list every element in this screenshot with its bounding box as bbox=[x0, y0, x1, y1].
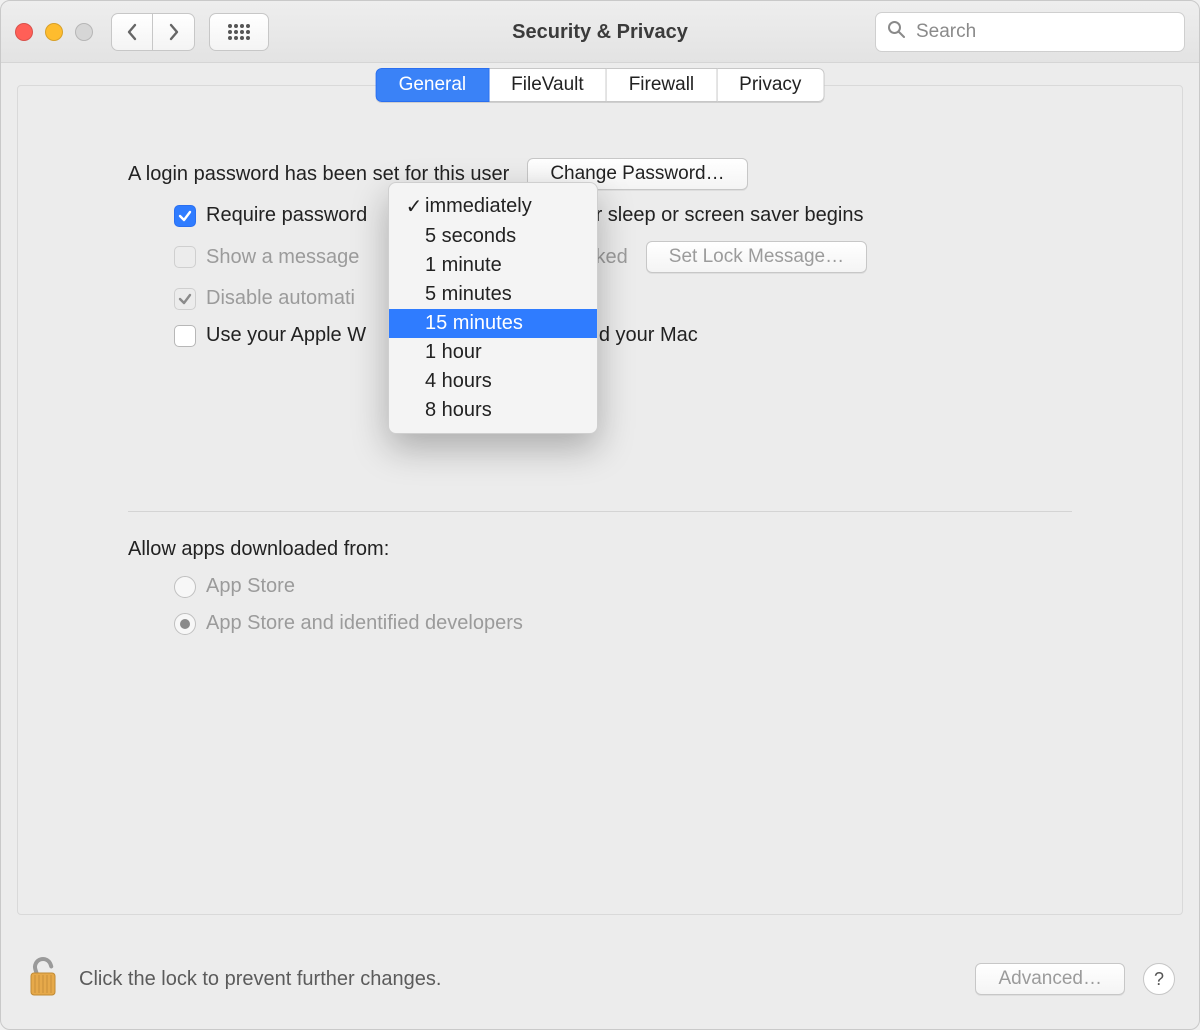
preferences-window: Security & Privacy General FileVault Fir… bbox=[0, 0, 1200, 1030]
tab-general[interactable]: General bbox=[376, 68, 490, 102]
zoom-window-button bbox=[75, 23, 93, 41]
tab-filevault[interactable]: FileVault bbox=[489, 68, 607, 102]
checkmark-icon bbox=[178, 209, 192, 223]
use-apple-watch-checkbox[interactable] bbox=[174, 325, 196, 347]
tab-firewall[interactable]: Firewall bbox=[607, 68, 717, 102]
set-lock-message-button: Set Lock Message… bbox=[646, 241, 867, 273]
dropdown-option[interactable]: 1 minute bbox=[389, 251, 597, 280]
content-panel: General FileVault Firewall Privacy A log… bbox=[17, 85, 1183, 915]
radio-app-store-label: App Store bbox=[206, 575, 295, 598]
use-apple-watch-label-pre: Use your Apple W bbox=[206, 324, 366, 347]
back-button[interactable] bbox=[111, 13, 153, 51]
search-input[interactable] bbox=[875, 12, 1185, 52]
require-password-label-pre: Require password bbox=[206, 204, 367, 227]
checkmark-icon bbox=[178, 292, 192, 306]
grid-icon bbox=[227, 23, 251, 41]
nav-buttons bbox=[111, 13, 195, 51]
show-lock-message-checkbox bbox=[174, 246, 196, 268]
chevron-right-icon bbox=[167, 23, 181, 41]
disable-automatic-login-label: Disable automati bbox=[206, 287, 355, 310]
close-window-button[interactable] bbox=[15, 23, 33, 41]
require-password-label-post: after sleep or screen saver begins bbox=[562, 204, 863, 227]
help-button[interactable]: ? bbox=[1143, 963, 1175, 995]
radio-app-store bbox=[174, 576, 196, 598]
footer: Click the lock to prevent further change… bbox=[1, 929, 1199, 1029]
search-icon bbox=[887, 20, 905, 44]
titlebar: Security & Privacy bbox=[1, 1, 1199, 63]
checkmark-icon: ✓ bbox=[403, 194, 425, 219]
disable-automatic-login-checkbox bbox=[174, 288, 196, 310]
show-all-button[interactable] bbox=[209, 13, 269, 51]
minimize-window-button[interactable] bbox=[45, 23, 63, 41]
dropdown-option[interactable]: 4 hours bbox=[389, 367, 597, 396]
dropdown-option[interactable]: 15 minutes bbox=[389, 309, 597, 338]
require-password-checkbox[interactable] bbox=[174, 205, 196, 227]
chevron-left-icon bbox=[125, 23, 139, 41]
radio-identified-developers bbox=[174, 613, 196, 635]
tab-bar: General FileVault Firewall Privacy bbox=[376, 68, 825, 102]
dropdown-option[interactable]: 5 minutes bbox=[389, 280, 597, 309]
forward-button[interactable] bbox=[153, 13, 195, 51]
radio-identified-developers-label: App Store and identified developers bbox=[206, 612, 523, 635]
dropdown-option[interactable]: 1 hour bbox=[389, 338, 597, 367]
advanced-button[interactable]: Advanced… bbox=[975, 963, 1125, 995]
require-password-delay-dropdown[interactable]: ✓ immediately 5 seconds 1 minute 5 minut… bbox=[388, 182, 598, 434]
window-controls bbox=[15, 23, 93, 41]
show-lock-message-label: Show a message bbox=[206, 246, 359, 269]
dropdown-option[interactable]: 5 seconds bbox=[389, 222, 597, 251]
lock-hint-text: Click the lock to prevent further change… bbox=[79, 968, 441, 991]
separator bbox=[128, 511, 1072, 512]
dropdown-option[interactable]: ✓ immediately bbox=[389, 191, 597, 222]
dropdown-option[interactable]: 8 hours bbox=[389, 396, 597, 425]
tab-privacy[interactable]: Privacy bbox=[717, 68, 824, 102]
lock-icon[interactable] bbox=[25, 953, 61, 1005]
allow-apps-heading: Allow apps downloaded from: bbox=[128, 538, 389, 561]
